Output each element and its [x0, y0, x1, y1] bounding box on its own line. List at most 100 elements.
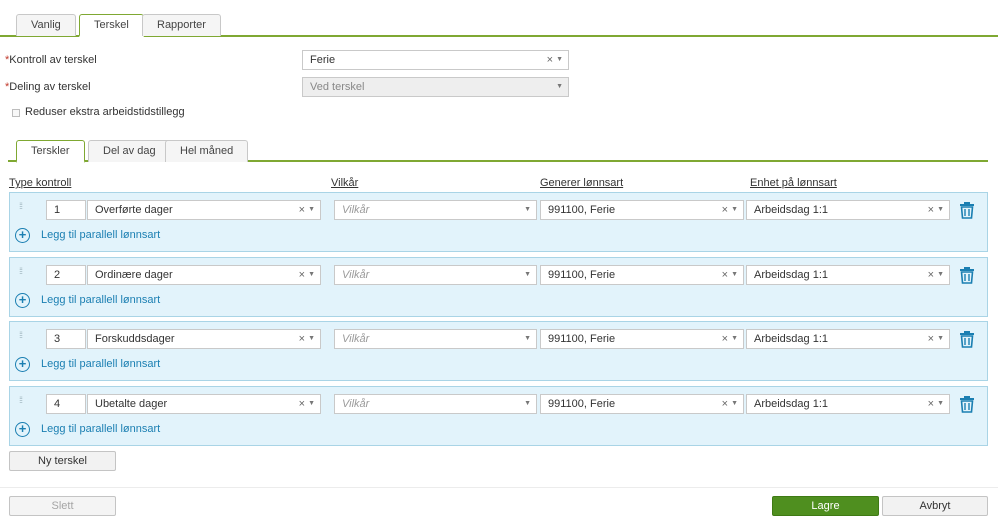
plus-circle-icon: + [15, 357, 30, 372]
lonnsart-select[interactable]: 991100, Ferie × ▼ [540, 200, 744, 220]
tab-terskler[interactable]: Terskler [16, 140, 85, 163]
clear-icon[interactable]: × [299, 330, 305, 348]
plus-circle-icon: + [15, 293, 30, 308]
type-select[interactable]: Overførte dager × ▼ [87, 200, 321, 220]
tab-hel-maned[interactable]: Hel måned [165, 140, 249, 162]
trash-icon[interactable] [959, 330, 975, 348]
trash-icon[interactable] [959, 395, 975, 413]
kontroll-select[interactable]: Ferie × ▼ [302, 50, 569, 70]
col-enhet-lonnsart: Enhet på lønnsart [750, 177, 837, 189]
deling-value: Ved terskel [310, 81, 365, 93]
enhet-select[interactable]: Arbeidsdag 1:1 × ▼ [746, 200, 950, 220]
vilkar-placeholder: Vilkår [342, 269, 370, 281]
drag-handle-icon[interactable]: ⁞⁞ [19, 202, 25, 214]
deling-select: Ved terskel ▼ [302, 77, 569, 97]
deling-label: *Deling av terskel [5, 81, 91, 93]
clear-icon[interactable]: × [722, 395, 728, 413]
chevron-down-icon[interactable]: ▼ [731, 395, 738, 413]
lagre-button[interactable]: Lagre [772, 496, 879, 516]
threshold-row: ⁞⁞ 2 Ordinære dager × ▼ Vilkår ▼ 991100,… [9, 257, 988, 317]
clear-icon[interactable]: × [928, 395, 934, 413]
clear-icon[interactable]: × [928, 201, 934, 219]
tab-del-av-dag[interactable]: Del av dag [88, 140, 171, 162]
chevron-down-icon[interactable]: ▼ [937, 395, 944, 413]
slett-button[interactable]: Slett [9, 496, 116, 516]
chevron-down-icon[interactable]: ▼ [524, 201, 531, 219]
tab-terskel[interactable]: Terskel [79, 14, 144, 37]
vilkar-select[interactable]: Vilkår ▼ [334, 200, 537, 220]
chevron-down-icon[interactable]: ▼ [556, 51, 563, 69]
trash-icon[interactable] [959, 201, 975, 219]
chevron-down-icon[interactable]: ▼ [308, 201, 315, 219]
lonnsart-select[interactable]: 991100, Ferie × ▼ [540, 265, 744, 285]
enhet-select[interactable]: Arbeidsdag 1:1 × ▼ [746, 394, 950, 414]
drag-handle-icon[interactable]: ⁞⁞ [19, 267, 25, 279]
chevron-down-icon[interactable]: ▼ [308, 395, 315, 413]
lonnsart-select[interactable]: 991100, Ferie × ▼ [540, 394, 744, 414]
chevron-down-icon[interactable]: ▼ [524, 395, 531, 413]
clear-icon[interactable]: × [299, 266, 305, 284]
add-parallel-label: Legg til parallell lønnsart [41, 294, 161, 306]
vilkar-placeholder: Vilkår [342, 398, 370, 410]
row-number[interactable]: 3 [46, 329, 86, 349]
clear-icon[interactable]: × [928, 330, 934, 348]
inner-tab-bar: Terskler Del av dag Hel måned [8, 140, 988, 163]
row-number[interactable]: 2 [46, 265, 86, 285]
chevron-down-icon[interactable]: ▼ [731, 201, 738, 219]
enhet-value: Arbeidsdag 1:1 [754, 398, 828, 410]
clear-icon[interactable]: × [722, 266, 728, 284]
col-vilkar: Vilkår [331, 177, 359, 189]
chevron-down-icon[interactable]: ▼ [731, 266, 738, 284]
type-value: Ordinære dager [95, 269, 173, 281]
trash-icon[interactable] [959, 266, 975, 284]
chevron-down-icon[interactable]: ▼ [937, 266, 944, 284]
row-number[interactable]: 1 [46, 200, 86, 220]
chevron-down-icon[interactable]: ▼ [308, 266, 315, 284]
reduser-checkbox[interactable] [12, 109, 20, 117]
enhet-select[interactable]: Arbeidsdag 1:1 × ▼ [746, 265, 950, 285]
tab-vanlig[interactable]: Vanlig [16, 14, 76, 36]
clear-icon[interactable]: × [299, 201, 305, 219]
drag-handle-icon[interactable]: ⁞⁞ [19, 396, 25, 408]
avbryt-button[interactable]: Avbryt [882, 496, 988, 516]
enhet-value: Arbeidsdag 1:1 [754, 333, 828, 345]
drag-handle-icon[interactable]: ⁞⁞ [19, 331, 25, 343]
lonnsart-value: 991100, Ferie [548, 269, 616, 281]
clear-icon[interactable]: × [722, 201, 728, 219]
clear-icon[interactable]: × [547, 51, 553, 69]
type-value: Overførte dager [95, 204, 173, 216]
kontroll-label-text: Kontroll av terskel [9, 54, 97, 66]
chevron-down-icon[interactable]: ▼ [937, 201, 944, 219]
type-select[interactable]: Ubetalte dager × ▼ [87, 394, 321, 414]
chevron-down-icon[interactable]: ▼ [731, 330, 738, 348]
enhet-select[interactable]: Arbeidsdag 1:1 × ▼ [746, 329, 950, 349]
deling-label-text: Deling av terskel [9, 81, 91, 93]
kontroll-label: *Kontroll av terskel [5, 54, 97, 66]
vilkar-select[interactable]: Vilkår ▼ [334, 394, 537, 414]
type-select[interactable]: Forskuddsdager × ▼ [87, 329, 321, 349]
lonnsart-value: 991100, Ferie [548, 204, 616, 216]
chevron-down-icon[interactable]: ▼ [937, 330, 944, 348]
chevron-down-icon[interactable]: ▼ [524, 330, 531, 348]
chevron-down-icon[interactable]: ▼ [524, 266, 531, 284]
add-parallel-label: Legg til parallell lønnsart [41, 423, 161, 435]
vilkar-select[interactable]: Vilkår ▼ [334, 265, 537, 285]
lonnsart-value: 991100, Ferie [548, 398, 616, 410]
lonnsart-select[interactable]: 991100, Ferie × ▼ [540, 329, 744, 349]
vilkar-select[interactable]: Vilkår ▼ [334, 329, 537, 349]
tab-rapporter[interactable]: Rapporter [142, 14, 221, 36]
add-parallel-label: Legg til parallell lønnsart [41, 229, 161, 241]
chevron-down-icon[interactable]: ▼ [308, 330, 315, 348]
clear-icon[interactable]: × [928, 266, 934, 284]
clear-icon[interactable]: × [299, 395, 305, 413]
type-select[interactable]: Ordinære dager × ▼ [87, 265, 321, 285]
chevron-down-icon: ▼ [556, 83, 563, 90]
ny-terskel-button[interactable]: Ny terskel [9, 451, 116, 471]
reduser-label: Reduser ekstra arbeidstidstillegg [25, 106, 185, 118]
vilkar-placeholder: Vilkår [342, 204, 370, 216]
col-generer-lonnsart: Generer lønnsart [540, 177, 624, 189]
threshold-row: ⁞⁞ 4 Ubetalte dager × ▼ Vilkår ▼ 991100,… [9, 386, 988, 446]
clear-icon[interactable]: × [722, 330, 728, 348]
add-parallel-label: Legg til parallell lønnsart [41, 358, 161, 370]
row-number[interactable]: 4 [46, 394, 86, 414]
